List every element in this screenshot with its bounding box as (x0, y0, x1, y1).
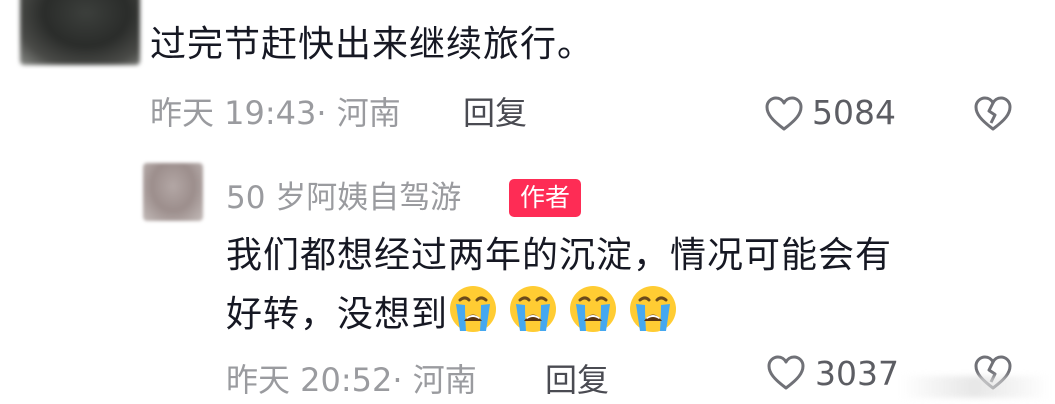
reply-button[interactable]: 回复 (545, 360, 609, 400)
heart-icon[interactable] (766, 354, 806, 392)
reply-text-line: 我们都想经过两年的沉淀，情况可能会有 (226, 235, 893, 276)
location: 河南 (412, 361, 477, 399)
heart-icon[interactable] (764, 95, 804, 133)
reply-button[interactable]: 回复 (463, 93, 527, 133)
author-badge: 作者 (509, 179, 582, 217)
meta-separator: · (392, 361, 403, 399)
loudly-crying-face-emoji (570, 286, 617, 332)
loudly-crying-face-emoji (510, 286, 557, 332)
reply-text: 我们都想经过两年的沉淀，情况可能会有 好转，没想到 (226, 228, 1026, 343)
reply-meta: 昨天 20:52· 河南 (226, 360, 477, 400)
avatar[interactable] (20, 0, 140, 65)
location: 河南 (336, 94, 401, 132)
watermark (900, 376, 1050, 398)
loudly-crying-face-emoji (450, 286, 497, 332)
timestamp: 昨天 20:52 (226, 361, 393, 399)
like-count: 5084 (812, 93, 896, 132)
comment-meta: 昨天 19:43· 河南 (150, 93, 401, 133)
reply-text-line-content: 好转，没想到 (226, 294, 449, 335)
meta-separator: · (316, 94, 327, 132)
emoji-row (448, 286, 688, 335)
timestamp: 昨天 19:43 (150, 94, 317, 132)
author-avatar[interactable] (143, 163, 203, 221)
author-name[interactable]: 50 岁阿姨自驾游 (226, 178, 461, 218)
comment-text: 过完节赶快出来继续旅行。 (150, 24, 595, 65)
reply-text-line-2: 好转，没想到 (226, 284, 1026, 343)
comment-thread: 过完节赶快出来继续旅行。 昨天 19:43· 河南 回复 5084 50 岁阿姨… (0, 0, 1055, 404)
broken-heart-icon[interactable] (973, 95, 1013, 133)
like-count: 3037 (815, 354, 899, 393)
loudly-crying-face-emoji (630, 286, 677, 332)
